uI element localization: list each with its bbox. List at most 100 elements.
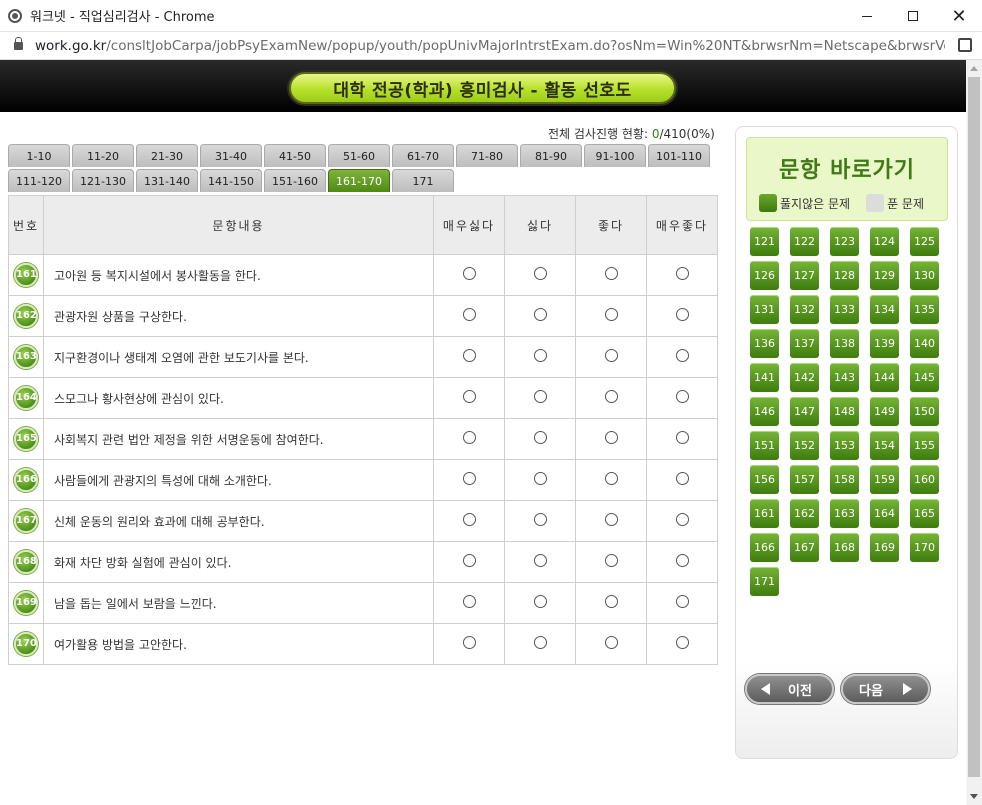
tab-range-11-20[interactable]: 11-20 bbox=[72, 144, 134, 167]
tab-range-111-120[interactable]: 111-120 bbox=[8, 169, 70, 192]
scroll-thumb[interactable] bbox=[968, 77, 980, 777]
jump-button[interactable]: 133 bbox=[830, 295, 859, 324]
tab-range-31-40[interactable]: 31-40 bbox=[200, 144, 262, 167]
jump-button[interactable]: 126 bbox=[750, 261, 779, 290]
radio-like[interactable] bbox=[604, 431, 618, 444]
jump-button[interactable]: 124 bbox=[870, 227, 899, 256]
tab-range-171[interactable]: 171 bbox=[392, 169, 454, 192]
jump-button[interactable]: 170 bbox=[910, 533, 939, 562]
jump-button[interactable]: 125 bbox=[910, 227, 939, 256]
jump-button[interactable]: 135 bbox=[910, 295, 939, 324]
jump-button[interactable]: 132 bbox=[790, 295, 819, 324]
radio-very-like[interactable] bbox=[675, 349, 689, 362]
tab-range-1-10[interactable]: 1-10 bbox=[8, 144, 70, 167]
jump-button[interactable]: 130 bbox=[910, 261, 939, 290]
jump-button[interactable]: 151 bbox=[750, 431, 779, 460]
jump-button[interactable]: 122 bbox=[790, 227, 819, 256]
minimize-button[interactable] bbox=[844, 0, 890, 32]
jump-button[interactable]: 139 bbox=[870, 329, 899, 358]
scroll-down-icon[interactable] bbox=[970, 794, 978, 799]
tab-range-151-160[interactable]: 151-160 bbox=[264, 169, 326, 192]
jump-button[interactable]: 147 bbox=[790, 397, 819, 426]
radio-very-like[interactable] bbox=[675, 308, 689, 321]
radio-like[interactable] bbox=[604, 554, 618, 567]
prev-button[interactable]: 이전 bbox=[745, 674, 834, 704]
tab-range-51-60[interactable]: 51-60 bbox=[328, 144, 390, 167]
jump-button[interactable]: 167 bbox=[790, 533, 819, 562]
radio-very-dislike[interactable] bbox=[462, 267, 476, 280]
url-text[interactable]: work.go.kr/consltJobCarpa/jobPsyExamNew/… bbox=[35, 38, 945, 54]
tab-range-61-70[interactable]: 61-70 bbox=[392, 144, 454, 167]
radio-very-like[interactable] bbox=[675, 595, 689, 608]
jump-button[interactable]: 158 bbox=[830, 465, 859, 494]
jump-button[interactable]: 156 bbox=[750, 465, 779, 494]
jump-button[interactable]: 127 bbox=[790, 261, 819, 290]
jump-button[interactable]: 163 bbox=[830, 499, 859, 528]
jump-button[interactable]: 148 bbox=[830, 397, 859, 426]
radio-like[interactable] bbox=[604, 349, 618, 362]
tab-range-101-110[interactable]: 101-110 bbox=[648, 144, 710, 167]
jump-button[interactable]: 159 bbox=[870, 465, 899, 494]
radio-very-dislike[interactable] bbox=[462, 636, 476, 649]
radio-like[interactable] bbox=[604, 472, 618, 485]
radio-very-like[interactable] bbox=[675, 554, 689, 567]
radio-very-like[interactable] bbox=[675, 267, 689, 280]
jump-button[interactable]: 155 bbox=[910, 431, 939, 460]
jump-button[interactable]: 169 bbox=[870, 533, 899, 562]
radio-very-dislike[interactable] bbox=[462, 595, 476, 608]
jump-button[interactable]: 131 bbox=[750, 295, 779, 324]
tab-range-121-130[interactable]: 121-130 bbox=[72, 169, 134, 192]
radio-like[interactable] bbox=[604, 390, 618, 403]
tab-range-161-170[interactable]: 161-170 bbox=[328, 169, 390, 192]
jump-button[interactable]: 145 bbox=[910, 363, 939, 392]
radio-very-like[interactable] bbox=[675, 431, 689, 444]
radio-dislike[interactable] bbox=[533, 595, 547, 608]
jump-button[interactable]: 134 bbox=[870, 295, 899, 324]
tab-range-41-50[interactable]: 41-50 bbox=[264, 144, 326, 167]
jump-button[interactable]: 128 bbox=[830, 261, 859, 290]
radio-very-like[interactable] bbox=[675, 390, 689, 403]
radio-very-dislike[interactable] bbox=[462, 554, 476, 567]
radio-very-like[interactable] bbox=[675, 513, 689, 526]
radio-very-dislike[interactable] bbox=[462, 472, 476, 485]
jump-button[interactable]: 123 bbox=[830, 227, 859, 256]
radio-dislike[interactable] bbox=[533, 349, 547, 362]
jump-button[interactable]: 149 bbox=[870, 397, 899, 426]
jump-button[interactable]: 144 bbox=[870, 363, 899, 392]
radio-very-dislike[interactable] bbox=[462, 349, 476, 362]
jump-button[interactable]: 136 bbox=[750, 329, 779, 358]
jump-button[interactable]: 142 bbox=[790, 363, 819, 392]
tab-range-21-30[interactable]: 21-30 bbox=[136, 144, 198, 167]
tab-range-141-150[interactable]: 141-150 bbox=[200, 169, 262, 192]
jump-button[interactable]: 138 bbox=[830, 329, 859, 358]
radio-dislike[interactable] bbox=[533, 267, 547, 280]
jump-button[interactable]: 168 bbox=[830, 533, 859, 562]
jump-button[interactable]: 143 bbox=[830, 363, 859, 392]
radio-very-like[interactable] bbox=[675, 472, 689, 485]
address-bar[interactable]: work.go.kr/consltJobCarpa/jobPsyExamNew/… bbox=[0, 32, 982, 60]
radio-dislike[interactable] bbox=[533, 636, 547, 649]
jump-button[interactable]: 166 bbox=[750, 533, 779, 562]
maximize-button[interactable] bbox=[890, 0, 936, 32]
radio-dislike[interactable] bbox=[533, 513, 547, 526]
close-button[interactable]: ✕ bbox=[936, 0, 982, 32]
radio-like[interactable] bbox=[604, 267, 618, 280]
radio-dislike[interactable] bbox=[533, 390, 547, 403]
radio-very-dislike[interactable] bbox=[462, 308, 476, 321]
radio-very-dislike[interactable] bbox=[462, 513, 476, 526]
radio-like[interactable] bbox=[604, 308, 618, 321]
translate-icon[interactable] bbox=[958, 38, 972, 52]
jump-button[interactable]: 150 bbox=[910, 397, 939, 426]
radio-dislike[interactable] bbox=[533, 308, 547, 321]
jump-button[interactable]: 162 bbox=[790, 499, 819, 528]
radio-dislike[interactable] bbox=[533, 431, 547, 444]
tab-range-131-140[interactable]: 131-140 bbox=[136, 169, 198, 192]
next-button[interactable]: 다음 bbox=[841, 674, 930, 704]
jump-button[interactable]: 161 bbox=[750, 499, 779, 528]
radio-very-dislike[interactable] bbox=[462, 431, 476, 444]
radio-dislike[interactable] bbox=[533, 554, 547, 567]
jump-button[interactable]: 157 bbox=[790, 465, 819, 494]
tab-range-81-90[interactable]: 81-90 bbox=[520, 144, 582, 167]
radio-like[interactable] bbox=[604, 636, 618, 649]
page-scrollbar[interactable] bbox=[966, 60, 982, 805]
